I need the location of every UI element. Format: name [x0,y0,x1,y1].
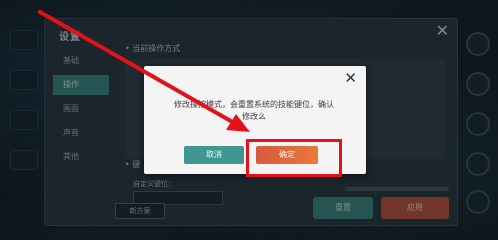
annotation-arrow [38,10,250,132]
annotation-arrow-line [38,10,238,126]
annotation-arrow-head [226,114,250,132]
